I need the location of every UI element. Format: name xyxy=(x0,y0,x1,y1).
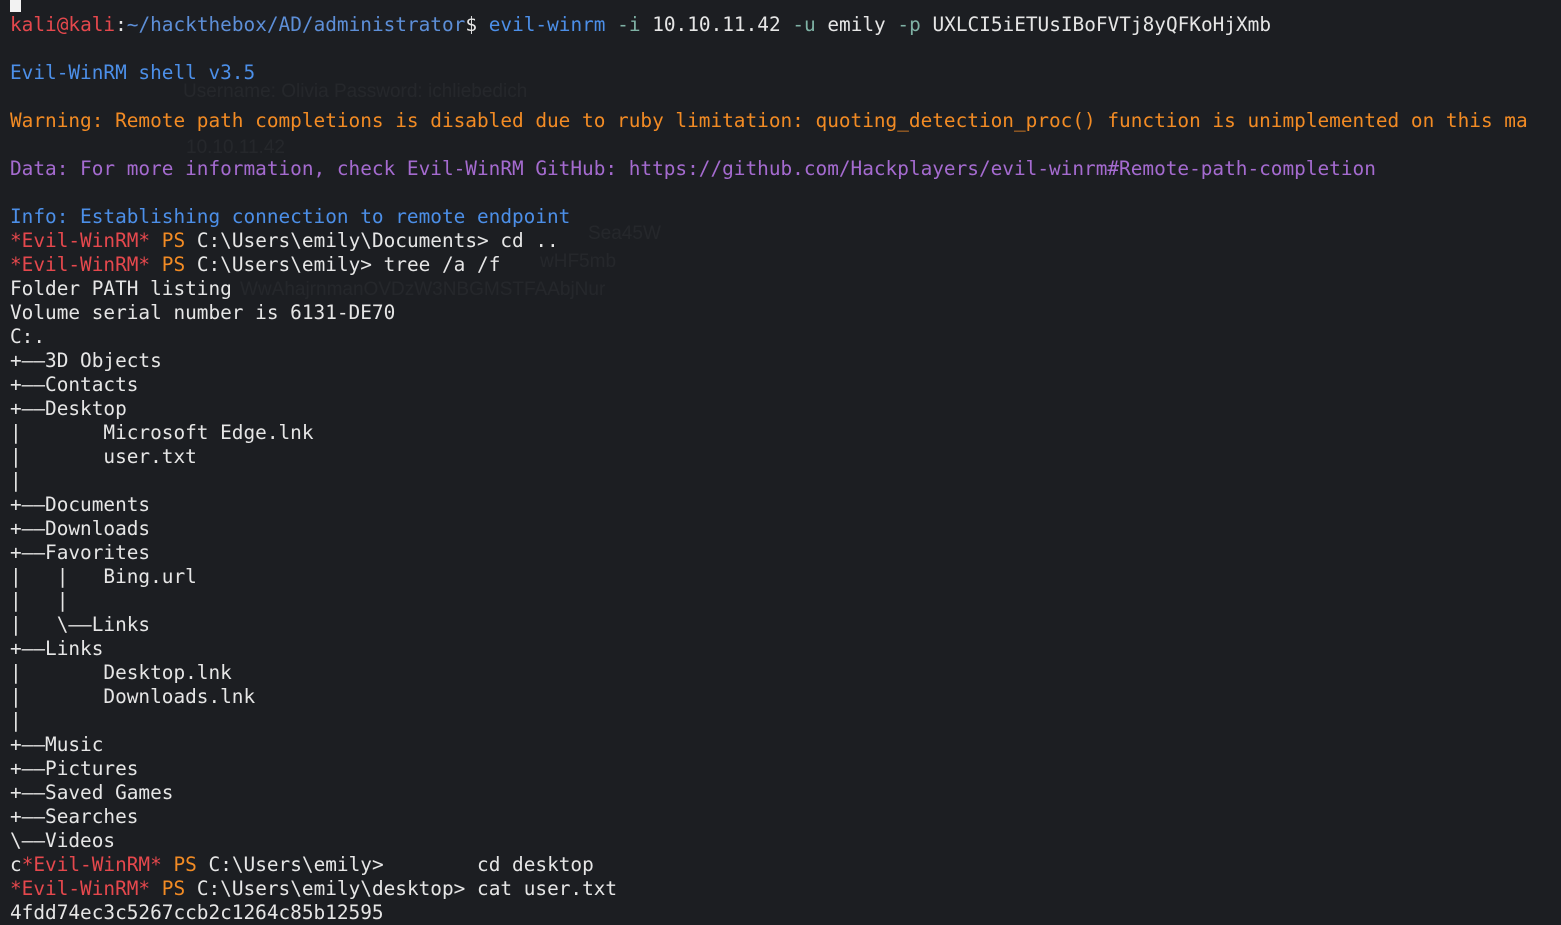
info-line: Info: Establishing connection to remote … xyxy=(10,205,571,228)
tree-output-line: C:. xyxy=(10,325,46,348)
tree-output-line: +——Saved Games xyxy=(10,781,174,804)
tree-output-line: | xyxy=(10,469,22,492)
tree-output-line: +——Contacts xyxy=(10,373,139,396)
tree-output-line: +——Documents xyxy=(10,493,151,516)
terminal-output[interactable]: kali@kali:~/hackthebox/AD/administrator$… xyxy=(10,13,1561,925)
tree-output-line: +——Searches xyxy=(10,805,139,828)
tree-output-line: | \——Links xyxy=(10,613,151,636)
command-username: emily xyxy=(827,13,886,36)
terminal-window[interactable]: Username: Olivia Password: ichliebedich … xyxy=(0,0,1561,925)
evil-winrm-label: *Evil-WinRM* xyxy=(10,253,151,276)
command-flag-i: -i xyxy=(617,13,641,36)
stray-char: c xyxy=(10,853,22,876)
tree-output-line: +——Downloads xyxy=(10,517,151,540)
tree-output-line: | Desktop.lnk xyxy=(10,661,232,684)
command-flag-u: -u xyxy=(792,13,816,36)
tree-output-line: | | xyxy=(10,589,69,612)
command-ip: 10.10.11.42 xyxy=(652,13,781,36)
ps-label: PS xyxy=(161,253,186,276)
ps-command: cat user.txt xyxy=(465,877,618,900)
ps-command: cd desktop xyxy=(383,853,594,876)
flag-output-line: 4fdd74ec3c5267ccb2c1264c85b12595 xyxy=(10,901,384,924)
prompt-colon: : xyxy=(115,13,127,36)
ps-command-line: *Evil-WinRM* PS C:\Users\emily\Documents… xyxy=(10,229,1561,253)
ps-path: C:\Users\emily> xyxy=(196,253,372,276)
tree-output-line: +——Links xyxy=(10,637,104,660)
tree-output-line: | Downloads.lnk xyxy=(10,685,256,708)
ps-path: C:\Users\emily\Documents> xyxy=(196,229,489,252)
ps-command-line: c*Evil-WinRM* PS C:\Users\emily> cd desk… xyxy=(10,853,1561,877)
command-flag-p: -p xyxy=(897,13,921,36)
ps-label: PS xyxy=(173,853,197,876)
data-line: Data: For more information, check Evil-W… xyxy=(10,157,1376,180)
tree-output-line: | Microsoft Edge.lnk xyxy=(10,421,314,444)
command-tool: evil-winrm xyxy=(488,13,606,36)
ps-path: C:\Users\emily> xyxy=(208,853,384,876)
ps-label: PS xyxy=(161,229,186,252)
tree-output-line: | xyxy=(10,709,22,732)
evil-winrm-label: *Evil-WinRM* xyxy=(10,877,151,900)
tree-output-line: +——3D Objects xyxy=(10,349,162,372)
tree-output-line: \——Videos xyxy=(10,829,116,852)
banner-line: Evil-WinRM shell v3.5 xyxy=(10,61,256,84)
shell-command-line: kali@kali:~/hackthebox/AD/administrator$… xyxy=(10,13,1561,37)
terminal-cursor xyxy=(10,0,21,12)
evil-winrm-label: *Evil-WinRM* xyxy=(21,853,162,876)
prompt-host: kali xyxy=(68,13,116,36)
tree-output-line: Folder PATH listing xyxy=(10,277,232,300)
prompt-symbol: $ xyxy=(465,13,478,36)
tree-output-line: +——Favorites xyxy=(10,541,151,564)
ps-label: PS xyxy=(161,877,186,900)
tree-output-line: +——Desktop xyxy=(10,397,127,420)
warning-line: Warning: Remote path completions is disa… xyxy=(10,109,1528,132)
prompt-at: @ xyxy=(56,13,69,36)
ps-command-line: *Evil-WinRM* PS C:\Users\emily> tree /a … xyxy=(10,253,1561,277)
tree-output-line: +——Pictures xyxy=(10,757,139,780)
ps-command: cd .. xyxy=(488,229,559,252)
tree-output-line: | | Bing.url xyxy=(10,565,197,588)
ps-command-line: *Evil-WinRM* PS C:\Users\emily\desktop> … xyxy=(10,877,1561,901)
prompt-user: kali xyxy=(10,13,57,36)
tree-output-line: Volume serial number is 6131-DE70 xyxy=(10,301,396,324)
ps-path: C:\Users\emily\desktop> xyxy=(196,877,466,900)
tree-output-line: +——Music xyxy=(10,733,104,756)
ps-command: tree /a /f xyxy=(371,253,501,276)
prompt-path: ~/hackthebox/AD/administrator xyxy=(126,13,466,36)
evil-winrm-label: *Evil-WinRM* xyxy=(10,229,151,252)
tree-output-line: | user.txt xyxy=(10,445,197,468)
command-password: UXLCI5iETUsIBoFVTj8yQFKoHjXmb xyxy=(932,13,1272,36)
